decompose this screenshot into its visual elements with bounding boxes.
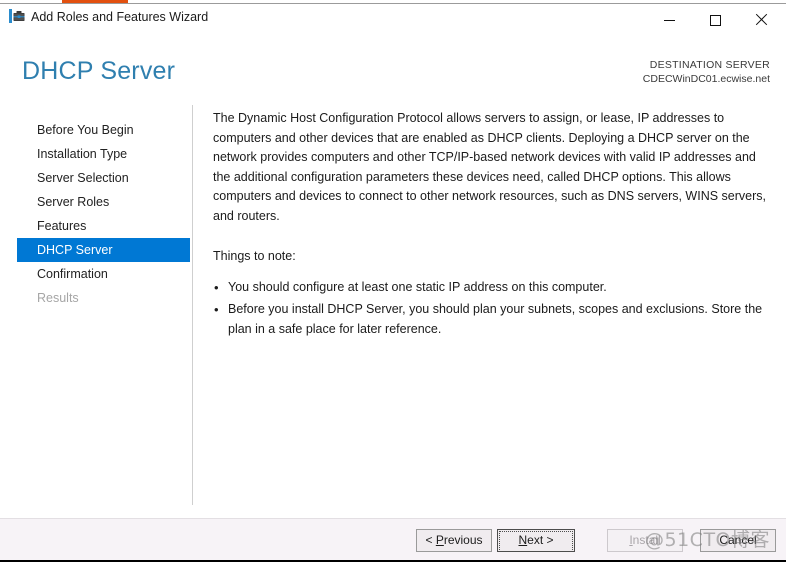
sidebar-item-installation-type[interactable]: Installation Type: [17, 142, 190, 166]
close-button[interactable]: [738, 4, 784, 36]
install-rest: nstall: [632, 533, 661, 547]
list-item: • You should configure at least one stat…: [213, 278, 773, 298]
next-button[interactable]: Next >: [497, 529, 575, 552]
server-roles-icon: [8, 8, 26, 26]
minimize-icon: [663, 19, 675, 21]
sidebar-item-label: Confirmation: [37, 267, 108, 281]
sidebar-item-label: Server Roles: [37, 195, 110, 209]
cancel-button[interactable]: Cancel: [700, 529, 776, 552]
destination-server-block: DESTINATION SERVER CDECWinDC01.ecwise.ne…: [643, 58, 770, 86]
page-title: DHCP Server: [22, 57, 176, 85]
sidebar-item-server-roles[interactable]: Server Roles: [17, 190, 190, 214]
minimize-button[interactable]: [646, 4, 692, 36]
dhcp-description-paragraph: The Dynamic Host Configuration Protocol …: [213, 111, 766, 223]
previous-button[interactable]: < Previous: [416, 529, 492, 552]
add-roles-and-features-wizard-window: Add Roles and Features Wizard DHCP Serve…: [0, 0, 786, 562]
sidebar-item-label: DHCP Server: [37, 243, 113, 257]
sidebar-item-label: Results: [37, 291, 79, 305]
bullet-icon: •: [214, 279, 219, 295]
sidebar-item-before-you-begin[interactable]: Before You Begin: [17, 118, 190, 142]
sidebar-item-label: Server Selection: [37, 171, 129, 185]
bullet-icon: •: [214, 302, 219, 317]
sidebar-item-confirmation[interactable]: Confirmation: [17, 262, 190, 286]
notes-list: • You should configure at least one stat…: [213, 267, 773, 340]
sidebar-item-results: Results: [17, 286, 190, 310]
main-content: The Dynamic Host Configuration Protocol …: [213, 109, 773, 342]
sidebar-item-dhcp-server[interactable]: DHCP Server: [17, 238, 190, 262]
previous-mnemonic: P: [435, 533, 444, 547]
previous-prefix: <: [425, 533, 436, 547]
sidebar-item-label: Installation Type: [37, 147, 128, 161]
note-text: You should configure at least one static…: [228, 279, 607, 294]
sidebar-content-divider: [192, 105, 193, 505]
close-icon: [755, 14, 767, 26]
sidebar-item-label: Before You Begin: [37, 123, 134, 137]
sidebar-item-features[interactable]: Features: [17, 214, 190, 238]
things-to-note-label: Things to note:: [213, 249, 296, 263]
window-title: Add Roles and Features Wizard: [31, 10, 209, 24]
next-focus-ring: Next >: [499, 531, 573, 552]
note-text: Before you install DHCP Server, you shou…: [228, 302, 763, 336]
footer-button-bar: < Previous Next > Install Cancel: [0, 519, 786, 560]
title-bar: Add Roles and Features Wizard: [0, 4, 786, 39]
previous-rest: revious: [443, 533, 483, 547]
maximize-icon: [709, 14, 721, 26]
list-item: • Before you install DHCP Server, you sh…: [213, 300, 773, 339]
next-mnemonic: N: [518, 533, 528, 547]
sidebar-item-server-selection[interactable]: Server Selection: [17, 166, 190, 190]
maximize-button[interactable]: [692, 4, 738, 36]
destination-server-name: CDECWinDC01.ecwise.net: [642, 73, 770, 85]
install-button: Install: [607, 529, 683, 552]
next-rest: ext >: [527, 533, 554, 547]
destination-server-label: DESTINATION SERVER: [649, 59, 770, 71]
wizard-step-nav: Before You Begin Installation Type Serve…: [0, 104, 192, 508]
sidebar-item-label: Features: [37, 219, 87, 233]
